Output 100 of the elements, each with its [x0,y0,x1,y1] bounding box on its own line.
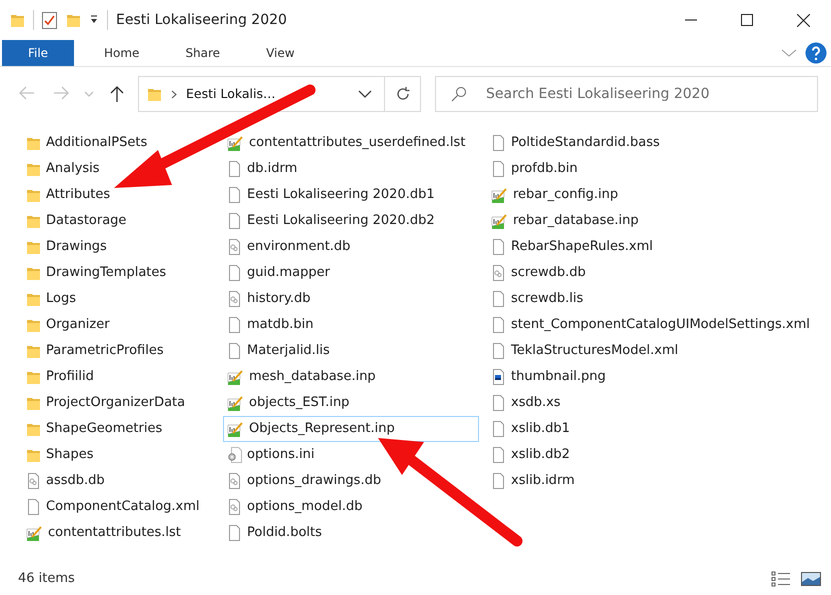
folder-icon [26,214,41,228]
search-icon [451,86,467,102]
details-view-icon[interactable] [771,571,791,587]
folder-icon [147,86,162,102]
file-item[interactable]: rebar_config.inp [487,182,831,208]
file-item[interactable]: Analysis [22,156,223,182]
address-bar[interactable]: Eesti Lokalis… [138,76,421,112]
file-item[interactable]: ComponentCatalog.xml [22,494,223,520]
ribbon-tab[interactable]: Share [169,40,236,66]
file-item[interactable]: options_drawings.db [223,468,487,494]
folder-icon [26,292,41,306]
file-item[interactable]: Shapes [22,442,223,468]
file-item[interactable]: Profiilid [22,364,223,390]
file-item[interactable]: rebar_database.inp [487,208,831,234]
minimize-icon[interactable] [685,19,697,21]
file-item[interactable]: RebarShapeRules.xml [487,234,831,260]
document-icon [227,473,242,489]
file-item[interactable]: PoltideStandardid.bass [487,130,831,156]
up-icon[interactable] [110,86,124,102]
file-item[interactable]: xsdb.xs [487,390,831,416]
chart-file-icon [491,212,508,230]
file-item[interactable]: screwdb.db [487,260,831,286]
file-item[interactable]: Eesti Lokaliseering 2020.db1 [223,182,487,208]
folder-icon [26,266,41,280]
file-menu-button[interactable]: File [2,40,74,66]
document-icon [227,317,242,333]
file-item[interactable]: objects_EST.inp [223,390,487,416]
chart-file-icon [491,186,508,204]
file-item[interactable]: ProjectOrganizerData [22,390,223,416]
chart-file-icon [26,524,43,542]
document-icon [491,317,506,333]
file-item[interactable]: contentattributes.lst [22,520,223,546]
folder-icon [26,136,41,150]
file-item[interactable]: ShapeGeometries [22,416,223,442]
document-icon [491,135,506,151]
file-item[interactable]: options_model.db [223,494,487,520]
folder-icon [26,396,41,410]
file-item[interactable]: screwdb.lis [487,286,831,312]
file-item[interactable]: DrawingTemplates [22,260,223,286]
file-item[interactable]: ParametricProfiles [22,338,223,364]
chart-file-icon [227,394,244,412]
properties-icon[interactable] [42,12,58,28]
ribbon-tab[interactable]: View [250,40,311,66]
file-item[interactable]: mesh_database.inp [223,364,487,390]
document-icon [491,421,506,437]
file-item[interactable]: xslib.idrm [487,468,831,494]
expand-ribbon-icon[interactable] [781,48,797,58]
file-item[interactable]: xslib.db1 [487,416,831,442]
file-item[interactable]: matdb.bin [223,312,487,338]
document-icon [491,447,506,463]
folder-icon [26,188,41,202]
file-item[interactable]: history.db [223,286,487,312]
large-icons-view-icon[interactable] [801,571,821,587]
help-icon[interactable] [805,42,827,64]
file-item[interactable]: AdditionalPSets [22,130,223,156]
document-icon [227,291,242,307]
chart-file-icon [227,368,244,386]
refresh-icon[interactable] [394,86,410,102]
file-item[interactable]: Eesti Lokaliseering 2020.db2 [223,208,487,234]
document-icon [227,187,242,203]
file-item[interactable]: guid.mapper [223,260,487,286]
file-item[interactable]: TeklaStructuresModel.xml [487,338,831,364]
folder-icon [26,162,41,176]
file-item[interactable]: xslib.db2 [487,442,831,468]
file-item[interactable]: profdb.bin [487,156,831,182]
file-item[interactable]: environment.db [223,234,487,260]
file-item[interactable]: Attributes [22,182,223,208]
document-icon [491,239,506,255]
file-item[interactable]: stent_ComponentCatalogUIModelSettings.xml [487,312,831,338]
document-icon [491,395,506,411]
file-item[interactable]: Datastorage [22,208,223,234]
file-item[interactable]: Materjalid.lis [223,338,487,364]
breadcrumb[interactable]: Eesti Lokalis… [186,84,276,104]
document-icon [227,213,242,229]
file-item[interactable]: thumbnail.png [487,364,831,390]
dropdown-icon[interactable] [89,15,99,25]
item-count: 46 items [18,570,75,588]
chart-file-icon [227,420,244,438]
document-icon [491,473,506,489]
file-item[interactable]: assdb.db [22,468,223,494]
close-icon[interactable] [796,14,810,26]
ribbon-tab[interactable]: Home [88,40,156,66]
file-item[interactable]: contentattributes_userdefined.lst [223,130,487,156]
document-icon [227,343,242,359]
dropdown-icon[interactable] [358,90,372,98]
chevron-icon[interactable] [171,90,177,98]
folder-icon [26,344,41,358]
maximize-icon[interactable] [741,14,753,26]
search-field[interactable]: Search Eesti Lokaliseering 2020 [435,76,818,112]
file-item[interactable]: options.ini [223,442,487,468]
document-icon [26,499,41,515]
folder-icon [26,318,41,332]
file-item[interactable]: Poldid.bolts [223,520,487,546]
file-item[interactable]: Drawings [22,234,223,260]
file-item[interactable]: db.idrm [223,156,487,182]
document-icon [227,265,242,281]
file-item[interactable]: Organizer [22,312,223,338]
folder-icon [26,240,41,254]
file-item[interactable]: Logs [22,286,223,312]
chart-file-icon [227,134,244,152]
